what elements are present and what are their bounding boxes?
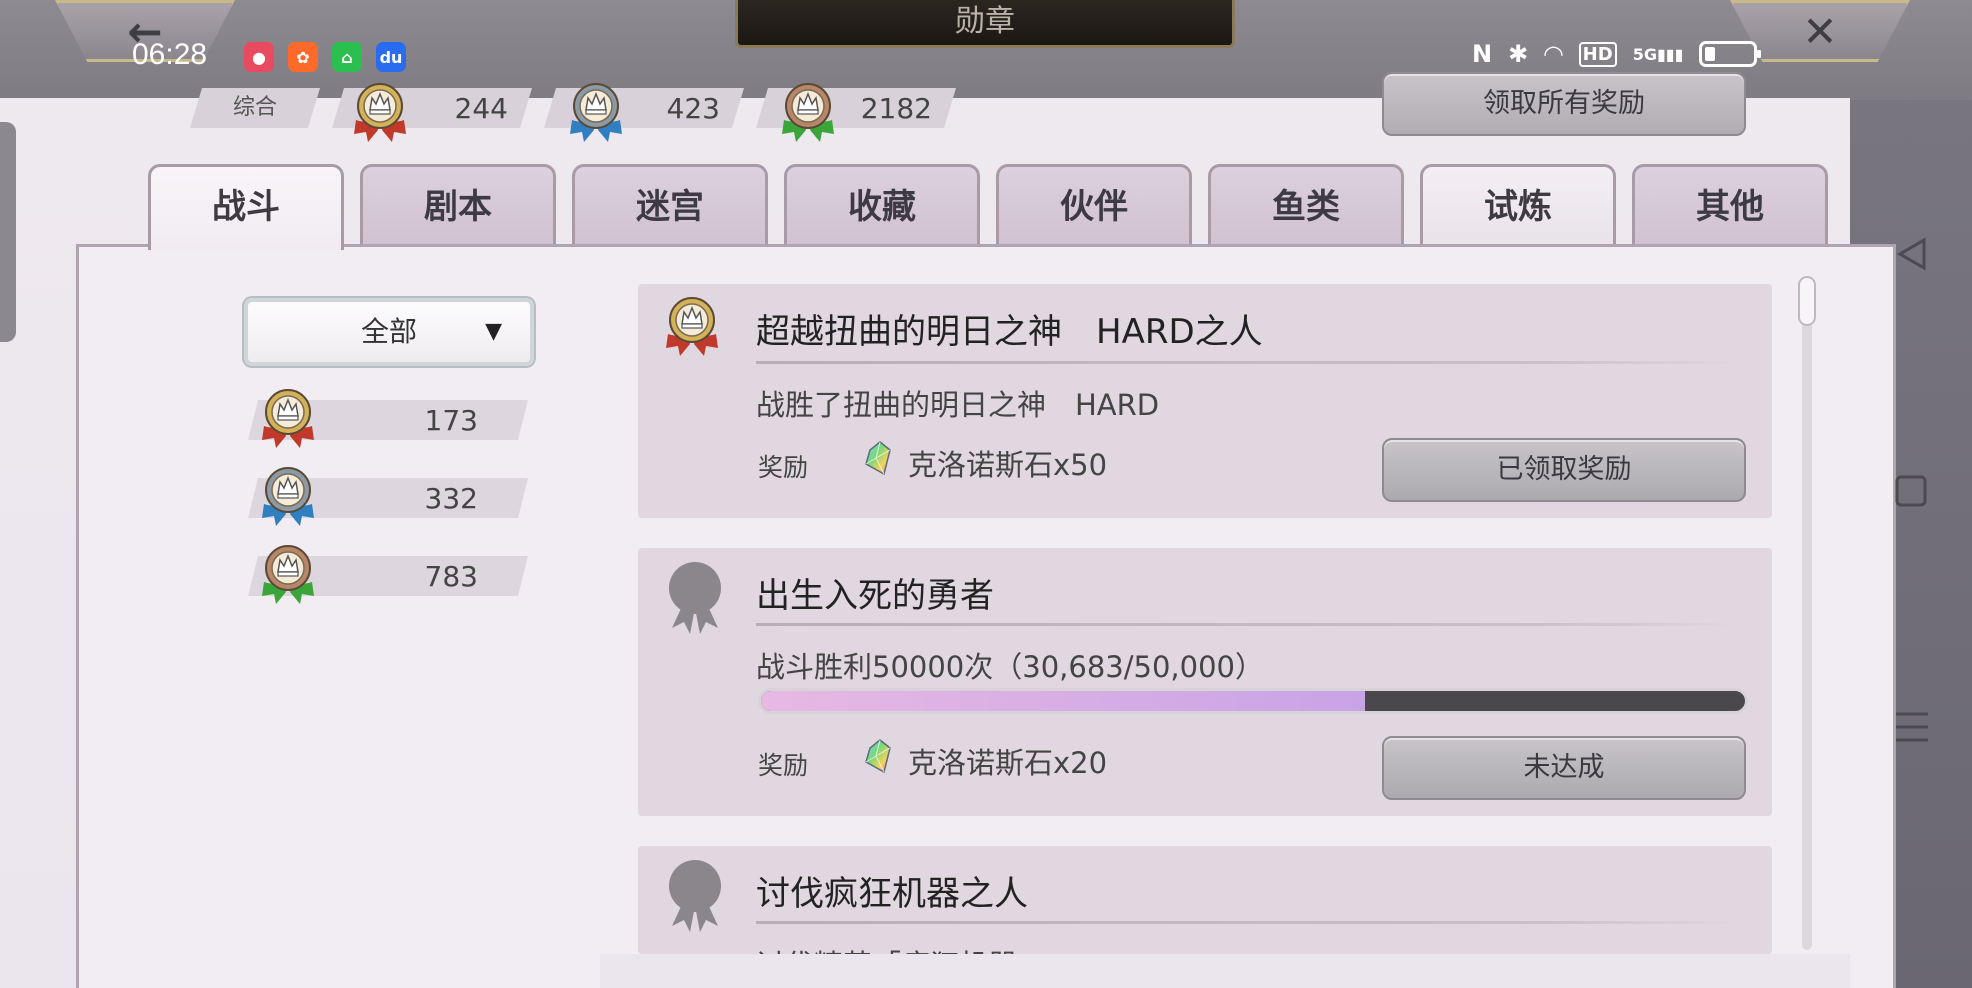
tab-companion[interactable]: 伙伴 (996, 164, 1192, 244)
silver-medal-icon (566, 80, 626, 150)
reward-text: 克洛诺斯石x50 (908, 448, 1108, 482)
claim-all-button[interactable]: 领取所有奖励 (1382, 72, 1746, 136)
nav-menu-icon[interactable] (1894, 710, 1930, 748)
bronze-medal-icon (258, 542, 318, 612)
list-bottom-mask (600, 954, 1850, 988)
bluetooth-icon: ✱ (1508, 40, 1529, 68)
game-screen: ← 勋章 ✕ 06:28 ● ✿ ⌂ du N ✱ ◠ HD 5G▮▮▮ 综合 244… (0, 0, 1972, 988)
side-handle[interactable] (0, 122, 16, 342)
achievement-description: 战胜了扭曲的明日之神 HARD (756, 388, 1160, 422)
triangle-down-icon: ▼ (485, 319, 502, 344)
achievement-card: 讨伐疯狂机器之人 讨伐精英「疯狂机器 (638, 846, 1772, 954)
gold-medal-icon (350, 80, 410, 150)
scrollbar-thumb[interactable] (1798, 276, 1816, 326)
count-silver: 332 (248, 467, 528, 526)
count-bronze: 783 (248, 545, 528, 604)
summary-label: 综合 (190, 88, 320, 128)
reward-label: 奖励 (758, 453, 809, 482)
category-tabs: 战斗 剧本 迷宫 收藏 伙伴 鱼类 试炼 其他 (148, 164, 1828, 250)
achievement-card: 超越扭曲的明日之神 HARD之人 战胜了扭曲的明日之神 HARD 奖励 克洛诺斯… (638, 284, 1772, 518)
status-time: 06:28 (132, 38, 208, 71)
baidu-icon: du (376, 42, 406, 72)
scrollbar-track[interactable] (1802, 276, 1812, 950)
battery-icon (1699, 41, 1762, 67)
count-gold: 173 (248, 389, 528, 448)
chronos-stone-icon (864, 440, 892, 476)
locked-medal-icon (662, 856, 728, 936)
kuaishou-icon: ✿ (288, 42, 318, 72)
tab-script[interactable]: 剧本 (360, 164, 556, 244)
nfc-icon: N (1472, 40, 1493, 68)
wifi-icon: ◠ (1544, 40, 1563, 68)
reward-label: 奖励 (758, 751, 809, 780)
nav-back-icon[interactable] (1894, 236, 1930, 276)
achievement-title: 讨伐疯狂机器之人 (756, 874, 1028, 914)
reward-text: 克洛诺斯石x20 (908, 746, 1108, 780)
hd-icon: HD (1578, 41, 1617, 67)
filter-selected: 全部 (360, 315, 417, 348)
not-achieved-button[interactable]: 未达成 (1382, 736, 1746, 800)
achievement-description: 讨伐精英「疯狂机器 (756, 942, 1017, 954)
achievement-title: 超越扭曲的明日之神 HARD之人 (756, 312, 1263, 352)
screen-record-icon: ● (244, 42, 274, 72)
divider (756, 921, 1736, 924)
progress-bar (758, 688, 1748, 714)
achievement-title: 出生入死的勇者 (756, 576, 994, 616)
gold-medal-icon (662, 294, 722, 364)
filter-dropdown[interactable]: 全部 ▼ (244, 298, 534, 366)
achievement-card: 出生入死的勇者 战斗胜利50000次（30,683/50,000） 奖励 克洛诺… (638, 548, 1772, 816)
locked-medal-icon (662, 558, 728, 638)
tab-collection[interactable]: 收藏 (784, 164, 980, 244)
chronos-stone-icon (864, 738, 892, 774)
tab-trial[interactable]: 试炼 (1420, 164, 1616, 244)
tab-battle[interactable]: 战斗 (148, 164, 344, 250)
tab-other[interactable]: 其他 (1632, 164, 1828, 244)
gold-medal-icon (258, 386, 318, 456)
close-icon: ✕ (1802, 6, 1838, 56)
window-title: 勋章 (735, 0, 1235, 48)
status-app-icons: ● ✿ ⌂ du (244, 42, 406, 72)
tab-fish[interactable]: 鱼类 (1208, 164, 1404, 244)
divider (756, 623, 1736, 626)
bronze-medal-icon (778, 80, 838, 150)
5g-signal-icon: 5G▮▮▮ (1632, 44, 1684, 64)
achievement-description: 战斗胜利50000次（30,683/50,000） (756, 650, 1264, 684)
status-indicators: N ✱ ◠ HD 5G▮▮▮ (1472, 40, 1762, 68)
nav-home-icon[interactable] (1894, 474, 1928, 512)
tab-maze[interactable]: 迷宫 (572, 164, 768, 244)
claimed-button[interactable]: 已领取奖励 (1382, 438, 1746, 502)
divider (756, 361, 1736, 364)
silver-medal-icon (258, 464, 318, 534)
progress-fill (761, 691, 1365, 711)
app-store-icon: ⌂ (332, 42, 362, 72)
